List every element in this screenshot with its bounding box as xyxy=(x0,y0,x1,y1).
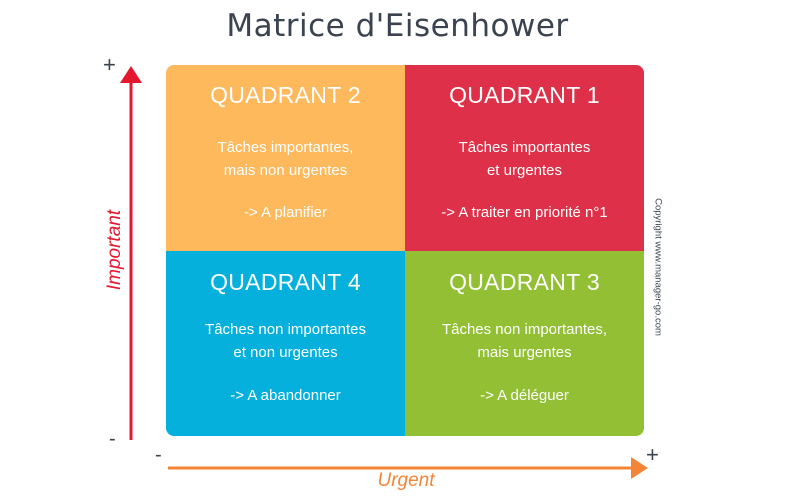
x-axis-plus-sign: + xyxy=(646,442,659,467)
x-axis-minus-sign: - xyxy=(155,444,162,466)
quadrant-2-line-1: Tâches importantes, xyxy=(217,139,354,156)
quadrant-3: QUADRANT 3 Tâches non importantes, mais … xyxy=(405,250,644,436)
quadrant-2-title: QUADRANT 2 xyxy=(210,82,361,108)
quadrant-1-title: QUADRANT 1 xyxy=(449,82,600,108)
y-axis-minus-sign: - xyxy=(109,428,116,450)
quadrant-3-line-2: mais urgentes xyxy=(477,343,572,361)
quadrant-1-line-1: Tâches importantes xyxy=(458,139,591,156)
quadrant-2-action: -> A planifier xyxy=(244,204,327,221)
quadrant-3-description: Tâches non importantes, mais urgentes xyxy=(405,318,644,364)
quadrant-4-action: -> A abandonner xyxy=(230,386,341,404)
quadrant-4: QUADRANT 4 Tâches non importantes et non… xyxy=(166,250,405,436)
quadrant-4-description: Tâches non importantes et non urgentes xyxy=(166,318,405,364)
quadrant-3-action: -> A déléguer xyxy=(480,386,569,404)
quadrant-1-description: Tâches importantes et urgentes xyxy=(405,136,644,182)
copyright-notice: Copyright www.manager-go.com xyxy=(652,198,664,336)
quadrant-4-line-2: et non urgentes xyxy=(233,343,338,361)
important-axis-arrowhead xyxy=(120,66,142,83)
quadrant-2-description: Tâches importantes, mais non urgentes xyxy=(166,136,405,182)
quadrant-2-line-2: mais non urgentes xyxy=(223,162,348,179)
eisenhower-matrix: QUADRANT 2 Tâches importantes, mais non … xyxy=(166,65,644,436)
quadrant-4-line-1: Tâches non importantes xyxy=(205,320,366,338)
quadrant-1-line-2: et urgentes xyxy=(486,162,563,179)
y-axis-plus-sign: + xyxy=(103,52,116,77)
quadrant-3-title: QUADRANT 3 xyxy=(449,268,600,295)
quadrant-1-action: -> A traiter en priorité n°1 xyxy=(441,204,608,221)
important-axis-label: Important xyxy=(104,209,125,291)
quadrant-4-title: QUADRANT 4 xyxy=(210,268,361,295)
quadrant-3-line-1: Tâches non importantes, xyxy=(441,320,608,338)
quadrant-1: QUADRANT 1 Tâches importantes et urgente… xyxy=(405,65,644,251)
quadrant-2: QUADRANT 2 Tâches importantes, mais non … xyxy=(166,65,405,251)
urgent-axis-label: Urgent xyxy=(377,470,435,491)
